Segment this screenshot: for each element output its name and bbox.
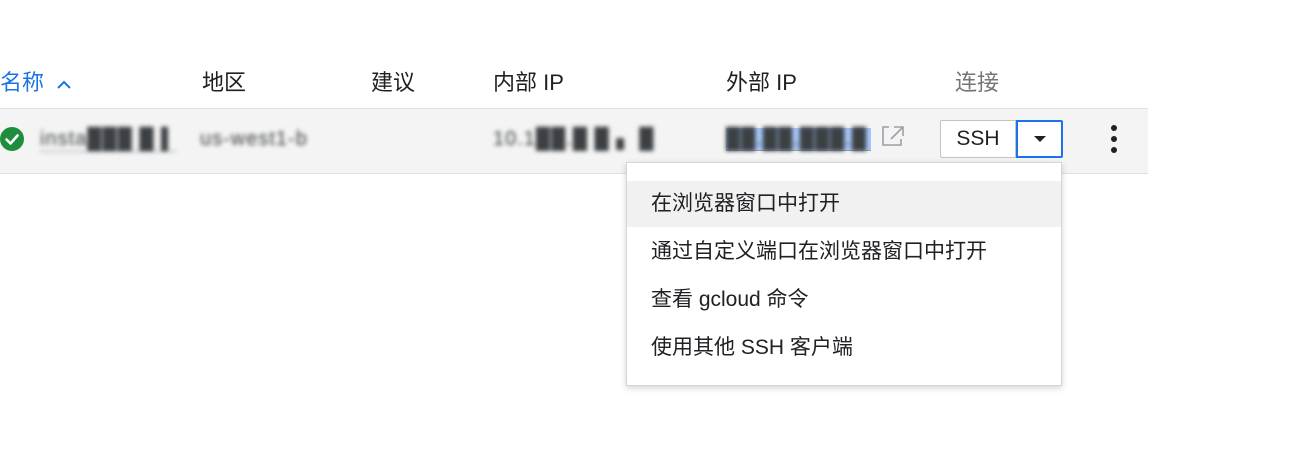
menu-item-open-in-browser[interactable]: 在浏览器窗口中打开 bbox=[627, 181, 1061, 227]
column-header-internal-ip[interactable]: 内部 IP bbox=[493, 68, 564, 98]
column-header-name-label: 名称 bbox=[0, 70, 45, 95]
menu-item-view-gcloud-command[interactable]: 查看 gcloud 命令 bbox=[627, 277, 1061, 323]
instance-name-link[interactable]: insta███ █ ▌ bbox=[40, 126, 177, 152]
instance-external-ip: ██.██.███.█ bbox=[726, 128, 872, 151]
status-running-icon bbox=[0, 127, 24, 151]
menu-item-other-ssh-client[interactable]: 使用其他 SSH 客户端 bbox=[627, 325, 1061, 371]
caret-down-icon bbox=[1034, 136, 1046, 142]
ssh-options-menu: 在浏览器窗口中打开 通过自定义端口在浏览器窗口中打开 查看 gcloud 命令 … bbox=[626, 162, 1062, 386]
open-in-new-icon[interactable] bbox=[880, 124, 906, 153]
column-header-external-ip[interactable]: 外部 IP bbox=[726, 68, 797, 98]
sort-ascending-icon bbox=[56, 69, 72, 99]
ssh-button[interactable]: SSH bbox=[940, 120, 1016, 158]
ssh-dropdown-button[interactable] bbox=[1016, 120, 1063, 158]
more-actions-icon[interactable] bbox=[1104, 121, 1124, 162]
menu-item-open-custom-port[interactable]: 通过自定义端口在浏览器窗口中打开 bbox=[627, 229, 1061, 275]
instance-internal-ip: 10.1██.█ █ ▖ █ bbox=[493, 128, 655, 150]
instance-name: insta███ █ ▌ bbox=[40, 128, 177, 152]
column-header-connect: 连接 bbox=[955, 70, 1000, 95]
column-header-zone[interactable]: 地区 bbox=[202, 68, 246, 98]
column-header-recommendation[interactable]: 建议 bbox=[371, 68, 415, 98]
column-header-name[interactable]: 名称 bbox=[0, 68, 72, 99]
instance-zone: us-west1-b bbox=[200, 128, 308, 150]
instance-external-ip-link[interactable]: ██.██.███.█ bbox=[726, 126, 872, 152]
